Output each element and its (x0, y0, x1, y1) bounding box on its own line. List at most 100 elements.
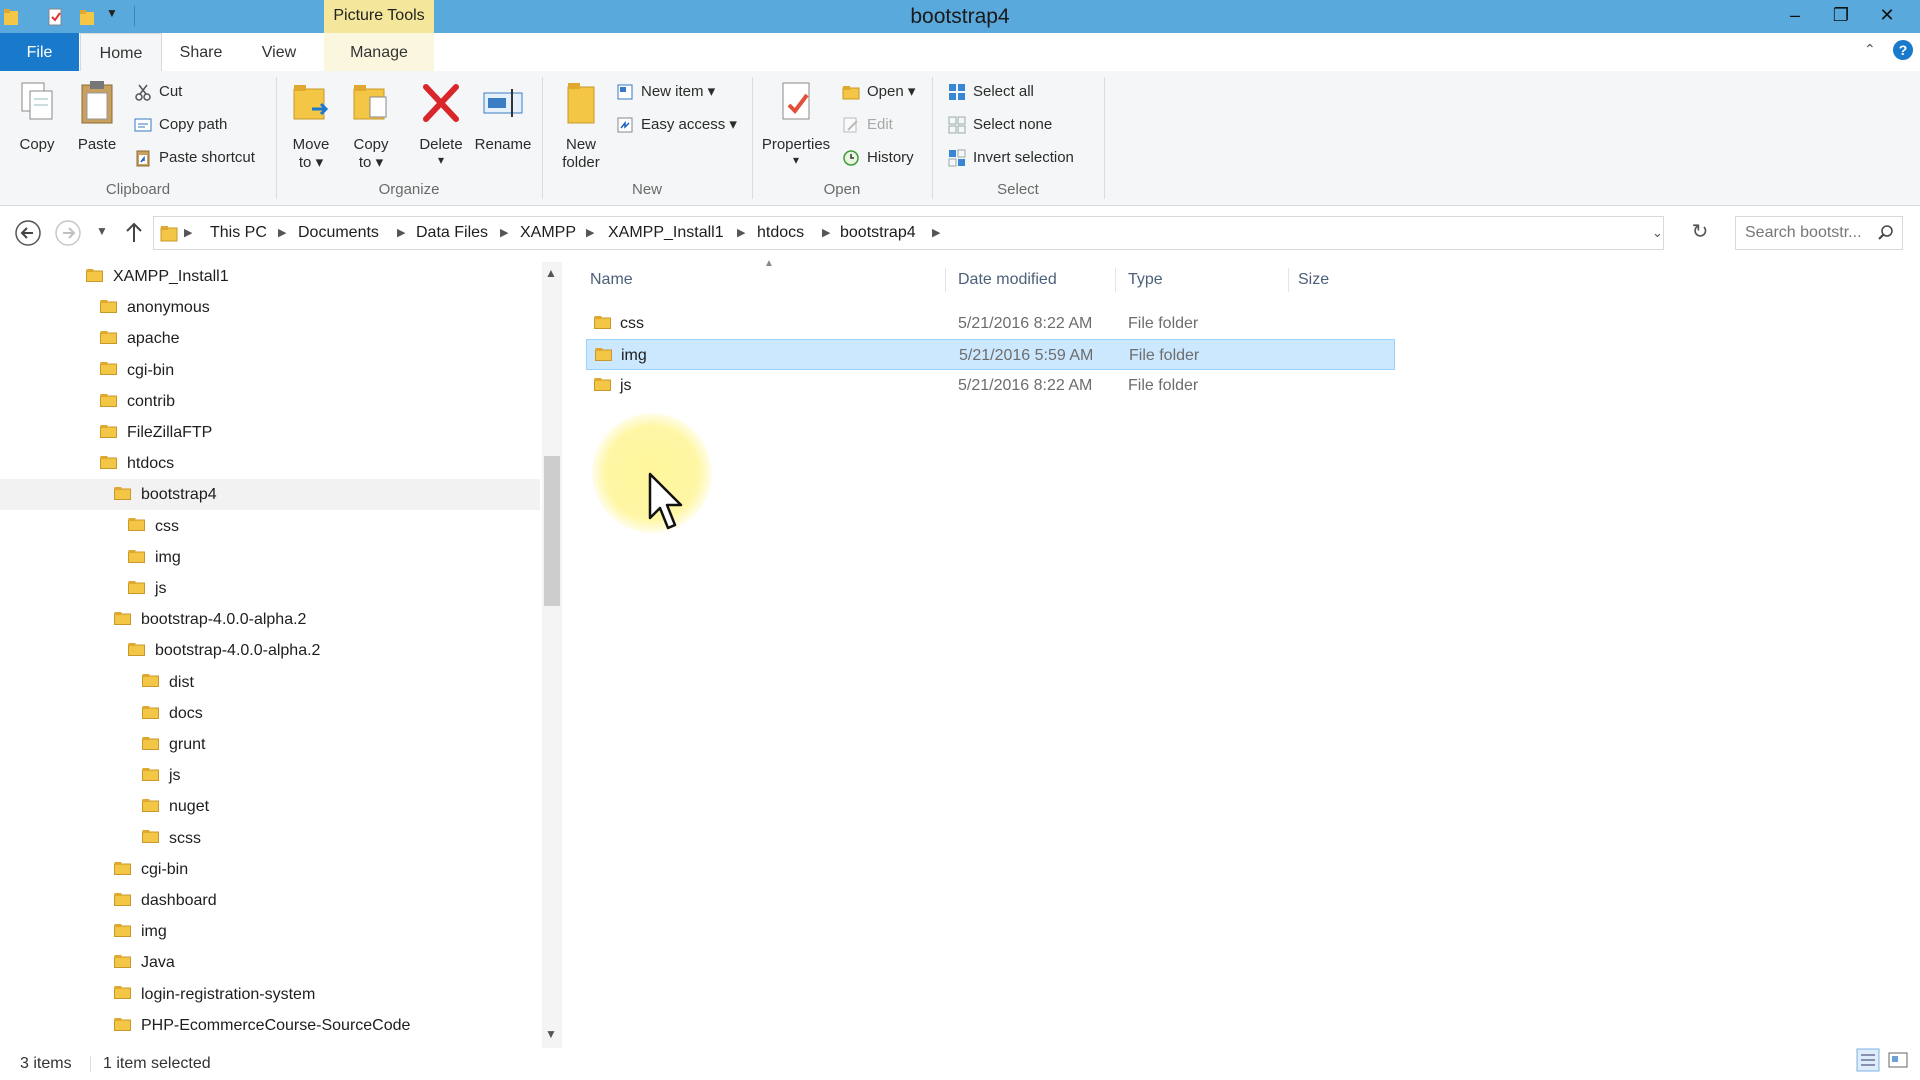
tab-view[interactable]: View (246, 33, 312, 71)
customize-qat-icon[interactable]: ▼ (106, 6, 118, 20)
back-icon[interactable] (14, 219, 42, 247)
easy-access-button[interactable]: Easy access ▾ (616, 112, 737, 138)
tree-item[interactable]: scss (0, 823, 540, 854)
tree-item[interactable]: css (0, 511, 540, 542)
column-header-date-modified[interactable]: Date modified (958, 268, 1057, 292)
breadcrumb-separator-icon[interactable]: ▶ (184, 217, 192, 249)
tree-item[interactable]: js (0, 573, 540, 604)
copy-button[interactable]: Copy (10, 79, 64, 154)
recent-locations-icon[interactable]: ▼ (96, 224, 108, 238)
tree-item[interactable]: PHP-EcommerceCourse-SourceCode (0, 1010, 540, 1041)
close-button[interactable]: ✕ (1864, 0, 1910, 32)
copy-path-button[interactable]: Copy path (134, 112, 227, 138)
column-divider[interactable] (945, 268, 946, 292)
folder-icon (128, 549, 145, 563)
tree-item[interactable]: FileZillaFTP (0, 417, 540, 448)
tree-item[interactable]: nuget (0, 791, 540, 822)
open-button[interactable]: Open ▾ (842, 79, 915, 105)
paste-button[interactable]: Paste (70, 79, 124, 154)
search-box[interactable]: Search bootstr... (1735, 216, 1903, 250)
scroll-down-icon[interactable]: ▼ (545, 1027, 557, 1041)
refresh-icon[interactable]: ↻ (1686, 218, 1714, 246)
navigation-pane-scrollbar[interactable] (542, 262, 562, 1048)
file-row[interactable]: js 5/21/2016 8:22 AM File folder (586, 370, 1395, 401)
cut-button[interactable]: Cut (134, 79, 182, 105)
paste-shortcut-button[interactable]: Paste shortcut (134, 145, 255, 171)
column-header-size[interactable]: Size (1298, 268, 1329, 292)
collapse-ribbon-icon[interactable]: ⌃ (1864, 41, 1876, 58)
new-folder-button[interactable]: New folder (552, 79, 610, 172)
breadcrumb-documents[interactable]: Documents (298, 217, 379, 249)
breadcrumb-bootstrap4[interactable]: bootstrap4 (840, 217, 916, 249)
breadcrumb-separator-icon[interactable]: ▶ (278, 217, 286, 249)
tree-item[interactable]: cgi-bin (0, 854, 540, 885)
select-none-button[interactable]: Select none (948, 112, 1052, 138)
column-divider[interactable] (1115, 268, 1116, 292)
tree-item[interactable]: bootstrap-4.0.0-alpha.2 (0, 635, 540, 666)
new-folder-quick-icon[interactable] (78, 7, 96, 27)
breadcrumb-this-pc[interactable]: This PC (210, 217, 267, 249)
breadcrumb-htdocs[interactable]: htdocs (757, 217, 804, 249)
tree-item[interactable]: img (0, 916, 540, 947)
up-icon[interactable] (124, 220, 144, 244)
tree-item[interactable]: bootstrap-4.0.0-alpha.2 (0, 604, 540, 635)
properties-quick-icon[interactable] (46, 7, 64, 27)
tree-item[interactable]: dist (0, 667, 540, 698)
restore-button[interactable]: ❐ (1818, 0, 1864, 32)
tree-item[interactable]: js (0, 760, 540, 791)
move-to-button[interactable]: Move to ▾ (284, 79, 338, 172)
delete-button[interactable]: Delete ▾ (412, 79, 470, 166)
tab-manage[interactable]: Manage (324, 33, 434, 71)
column-header-type[interactable]: Type (1128, 268, 1163, 292)
forward-icon[interactable] (54, 219, 82, 247)
breadcrumb-separator-icon[interactable]: ▶ (586, 217, 594, 249)
tree-item[interactable]: img (0, 542, 540, 573)
properties-button[interactable]: Properties ▾ (756, 79, 836, 166)
breadcrumb-separator-icon[interactable]: ▶ (397, 217, 405, 249)
file-row[interactable]: img 5/21/2016 5:59 AM File folder (586, 339, 1395, 370)
address-bar[interactable]: ▶ This PC ▶ Documents ▶ Data Files ▶ XAM… (153, 216, 1664, 250)
tree-item[interactable]: grunt (0, 729, 540, 760)
file-row[interactable]: css 5/21/2016 8:22 AM File folder (586, 308, 1395, 339)
tab-file[interactable]: File (0, 33, 79, 71)
copy-to-button[interactable]: Copy to ▾ (344, 79, 398, 172)
tree-item[interactable]: htdocs (0, 448, 540, 479)
tree-item[interactable]: bootstrap4 (0, 479, 540, 511)
breadcrumb-separator-icon[interactable]: ▶ (822, 217, 830, 249)
folder-icon (100, 299, 117, 313)
scroll-up-icon[interactable]: ▲ (545, 266, 557, 280)
new-item-button[interactable]: New item ▾ (616, 79, 715, 105)
details-view-icon[interactable] (1856, 1048, 1880, 1072)
tree-item[interactable]: XAMPP_Install1 (0, 261, 540, 292)
breadcrumb-separator-icon[interactable]: ▶ (932, 217, 940, 249)
breadcrumb-separator-icon[interactable]: ▶ (500, 217, 508, 249)
breadcrumb-data-files[interactable]: Data Files (416, 217, 488, 249)
history-button[interactable]: History (842, 145, 914, 171)
tree-item[interactable]: Java (0, 947, 540, 978)
breadcrumb-xampp[interactable]: XAMPP (520, 217, 576, 249)
edit-button[interactable]: Edit (842, 112, 893, 138)
tree-item[interactable]: cgi-bin (0, 355, 540, 386)
large-icons-view-icon[interactable] (1886, 1048, 1910, 1072)
minimize-button[interactable]: – (1772, 0, 1818, 32)
scrollbar-thumb[interactable] (544, 456, 560, 606)
column-header-name[interactable]: Name (590, 268, 633, 292)
select-all-button[interactable]: Select all (948, 79, 1034, 105)
tree-item[interactable]: dashboard (0, 885, 540, 916)
tree-item[interactable]: apache (0, 323, 540, 354)
tree-item[interactable]: anonymous (0, 292, 540, 323)
address-history-dropdown-icon[interactable]: ⌄ (1652, 225, 1663, 241)
column-divider[interactable] (1288, 268, 1289, 292)
explorer-app-icon[interactable] (2, 7, 20, 27)
tree-item[interactable]: contrib (0, 386, 540, 417)
breadcrumb-separator-icon[interactable]: ▶ (737, 217, 745, 249)
help-icon[interactable]: ? (1893, 40, 1913, 60)
breadcrumb-xampp-install1[interactable]: XAMPP_Install1 (608, 217, 724, 249)
tree-item[interactable]: docs (0, 698, 540, 729)
search-icon[interactable] (1878, 225, 1894, 241)
tree-item[interactable]: login-registration-system (0, 979, 540, 1010)
tab-share[interactable]: Share (168, 33, 234, 71)
rename-button[interactable]: Rename (472, 79, 534, 154)
tab-home[interactable]: Home (80, 33, 162, 72)
invert-selection-button[interactable]: Invert selection (948, 145, 1074, 171)
